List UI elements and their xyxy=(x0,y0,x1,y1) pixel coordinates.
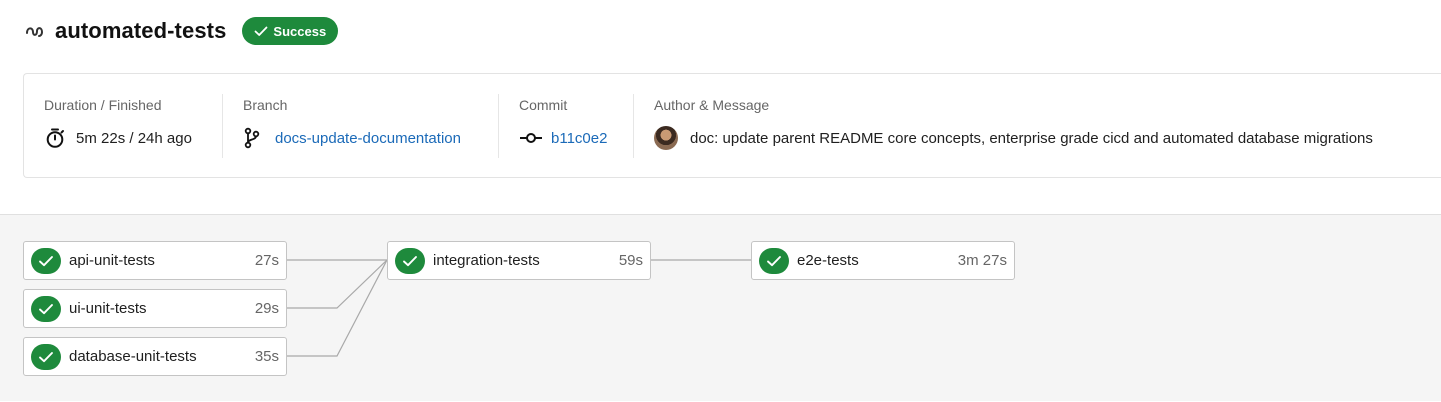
job-database-unit-tests[interactable]: database-unit-tests 35s xyxy=(23,337,287,376)
success-check-icon xyxy=(759,247,789,274)
workflow-icon xyxy=(24,20,46,42)
avatar xyxy=(654,126,678,150)
success-check-icon xyxy=(395,247,425,274)
job-duration: 27s xyxy=(254,252,279,269)
job-duration: 35s xyxy=(254,348,279,365)
commit-icon xyxy=(520,133,542,143)
job-name: api-unit-tests xyxy=(69,252,155,269)
check-icon xyxy=(255,26,268,36)
job-name: ui-unit-tests xyxy=(69,300,147,317)
job-api-unit-tests[interactable]: api-unit-tests 27s xyxy=(23,241,287,280)
duration-value-row: 5m 22s / 24h ago xyxy=(44,127,192,149)
duration-value: 5m 22s / 24h ago xyxy=(76,129,192,147)
job-name: database-unit-tests xyxy=(69,348,197,365)
edge-ui-to-integration xyxy=(286,259,388,309)
branch-label: Branch xyxy=(243,97,288,113)
title-row: automated-tests Success xyxy=(24,16,339,46)
job-name: e2e-tests xyxy=(797,252,859,269)
success-check-icon xyxy=(31,247,61,274)
job-duration: 3m 27s xyxy=(957,252,1007,269)
stopwatch-icon xyxy=(46,128,64,148)
branch-link[interactable]: docs-update-documentation xyxy=(275,130,461,147)
commit-message: doc: update parent README core concepts,… xyxy=(690,129,1373,147)
duration-label: Duration / Finished xyxy=(44,97,162,113)
branch-icon xyxy=(244,127,260,149)
success-check-icon xyxy=(31,343,61,370)
job-name: integration-tests xyxy=(433,252,540,269)
author-label: Author & Message xyxy=(654,97,770,113)
job-e2e-tests[interactable]: e2e-tests 3m 27s xyxy=(751,241,1015,280)
author-value-row: doc: update parent README core concepts,… xyxy=(654,126,1373,150)
success-check-icon xyxy=(31,295,61,322)
status-badge: Success xyxy=(242,17,339,45)
workflow-title: automated-tests xyxy=(55,18,227,43)
branch-value-row: docs-update-documentation xyxy=(243,127,461,149)
divider xyxy=(633,94,634,158)
commit-link[interactable]: b11c0e2 xyxy=(551,130,607,147)
run-info-card: Duration / Finished 5m 22s / 24h ago Bra… xyxy=(23,73,1441,178)
job-ui-unit-tests[interactable]: ui-unit-tests 29s xyxy=(23,289,287,328)
job-integration-tests[interactable]: integration-tests 59s xyxy=(387,241,651,280)
commit-label: Commit xyxy=(519,97,568,113)
commit-value-row: b11c0e2 xyxy=(519,127,607,149)
workflow-header: automated-tests Success Duration / Finis… xyxy=(0,0,1441,214)
status-text: Success xyxy=(273,23,327,39)
job-duration: 59s xyxy=(618,252,643,269)
pipeline-graph: api-unit-tests 27s ui-unit-tests 29s dat… xyxy=(0,214,1441,401)
job-duration: 29s xyxy=(254,300,279,317)
divider xyxy=(498,94,499,158)
divider xyxy=(222,94,223,158)
